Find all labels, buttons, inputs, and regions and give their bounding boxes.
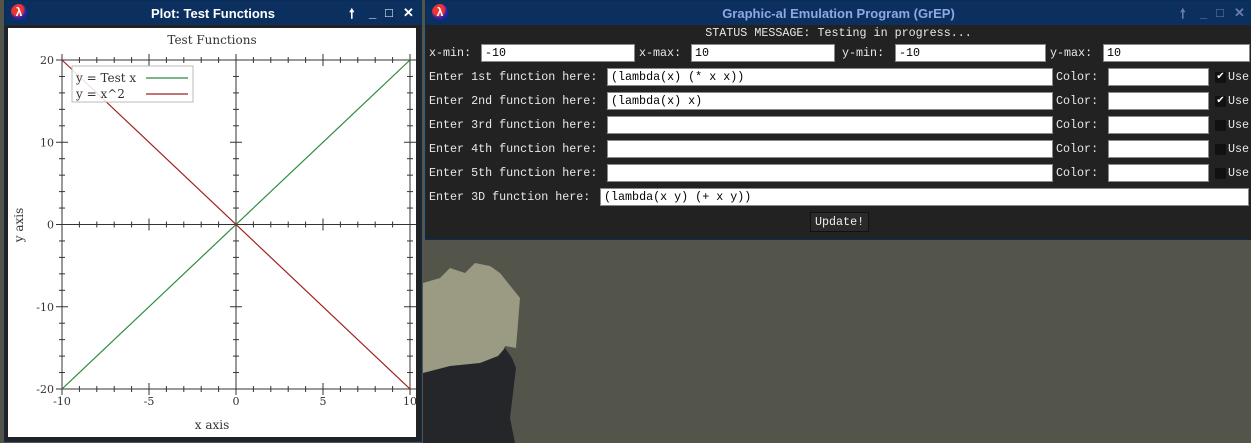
use-3-checkbox[interactable] xyxy=(1215,120,1226,131)
grep-window: λ Graphic-al Emulation Program (GrEP) 🠕 … xyxy=(425,0,1251,240)
x-tick-label: -10 xyxy=(53,395,71,408)
update-button[interactable]: Update! xyxy=(810,212,870,232)
use-3-label: Use xyxy=(1228,118,1250,132)
grep-window-titlebar[interactable]: λ Graphic-al Emulation Program (GrEP) 🠕 … xyxy=(426,1,1251,25)
use-5-label: Use xyxy=(1228,166,1250,180)
function-3d-label: Enter 3D function here: xyxy=(429,190,591,204)
legend-label: y = Test x xyxy=(75,71,136,85)
x-tick-label: 10 xyxy=(403,395,416,408)
color-4-label: Color: xyxy=(1056,142,1099,156)
y-max-input[interactable]: 10 xyxy=(1103,44,1250,62)
plot-canvas: x axis y axis -10 -5 0 5 10-20-1001020y = Te… xyxy=(8,28,416,437)
x-tick-label: 5 xyxy=(320,395,327,408)
plot-window-titlebar[interactable]: λ Plot: Test Functions 🠕 _ □ ✕ xyxy=(5,1,421,25)
color-5-label: Color: xyxy=(1056,166,1099,180)
plot-window-title: Plot: Test Functions xyxy=(151,6,275,21)
color-1-input[interactable] xyxy=(1108,68,1209,86)
function-1-label: Enter 1st function here: xyxy=(429,70,598,84)
use-4-label: Use xyxy=(1228,142,1250,156)
minimize-icon[interactable]: _ xyxy=(1200,5,1207,20)
use-1-label: Use xyxy=(1228,70,1250,84)
x-min-input[interactable]: -10 xyxy=(481,44,635,62)
x-axis-label: x axis xyxy=(195,418,230,432)
y-tick-label: 10 xyxy=(40,136,54,149)
y-axis-label: y axis xyxy=(12,208,26,244)
function-5-input[interactable] xyxy=(607,164,1053,182)
y-tick-label: -10 xyxy=(36,301,54,314)
color-2-label: Color: xyxy=(1056,94,1099,108)
function-2-label: Enter 2nd function here: xyxy=(429,94,598,108)
color-1-label: Color: xyxy=(1056,70,1099,84)
y-max-label: y-max: xyxy=(1050,46,1093,60)
grep-window-title: Graphic-al Emulation Program (GrEP) xyxy=(722,6,955,21)
use-4-checkbox[interactable] xyxy=(1215,144,1226,155)
status-message: STATUS MESSAGE: Testing in progress... xyxy=(705,26,972,40)
plot-window: λ Plot: Test Functions 🠕 _ □ ✕ x axis y … xyxy=(4,0,422,442)
x-tick-label: -5 xyxy=(144,395,155,408)
color-5-input[interactable] xyxy=(1108,164,1209,182)
x-tick-label: 0 xyxy=(233,395,240,408)
y-min-label: y-min: xyxy=(842,46,885,60)
keep-above-icon[interactable]: 🠕 xyxy=(1180,5,1186,27)
x-min-label: x-min: xyxy=(429,46,472,60)
close-icon[interactable]: ✕ xyxy=(403,5,414,21)
use-2-checkbox[interactable]: ✔ xyxy=(1215,96,1226,107)
function-4-label: Enter 4th function here: xyxy=(429,142,598,156)
color-2-input[interactable] xyxy=(1108,92,1209,110)
maximize-icon[interactable]: □ xyxy=(385,5,393,20)
function-1-input[interactable]: (lambda(x) (* x x)) xyxy=(607,68,1053,86)
color-4-input[interactable] xyxy=(1108,140,1209,158)
function-3d-input[interactable]: (lambda(x y) (+ x y)) xyxy=(600,188,1249,206)
x-max-label: x-max: xyxy=(639,46,682,60)
function-2-input[interactable]: (lambda(x) x) xyxy=(607,92,1053,110)
maximize-icon[interactable]: □ xyxy=(1216,5,1224,20)
function-3-label: Enter 3rd function here: xyxy=(429,118,598,132)
function-3-input[interactable] xyxy=(607,116,1053,134)
y-tick-label: 0 xyxy=(47,219,54,232)
y-tick-label: 20 xyxy=(40,54,54,67)
function-5-label: Enter 5th function here: xyxy=(429,166,598,180)
close-icon[interactable]: ✕ xyxy=(1234,5,1245,21)
function-4-input[interactable] xyxy=(607,140,1053,158)
y-tick-label: -20 xyxy=(36,383,54,396)
use-2-label: Use xyxy=(1228,94,1250,108)
color-3-label: Color: xyxy=(1056,118,1099,132)
chart-title: Test Functions xyxy=(167,33,256,47)
use-5-checkbox[interactable] xyxy=(1215,168,1226,179)
y-min-input[interactable]: -10 xyxy=(895,44,1046,62)
color-3-input[interactable] xyxy=(1108,116,1209,134)
minimize-icon[interactable]: _ xyxy=(369,5,376,20)
legend-label: y = x^2 xyxy=(75,87,125,101)
use-1-checkbox[interactable]: ✔ xyxy=(1215,72,1226,83)
desktop-wallpaper-shape xyxy=(423,263,520,443)
x-max-input[interactable]: 10 xyxy=(691,44,835,62)
keep-above-icon[interactable]: 🠕 xyxy=(349,5,355,27)
